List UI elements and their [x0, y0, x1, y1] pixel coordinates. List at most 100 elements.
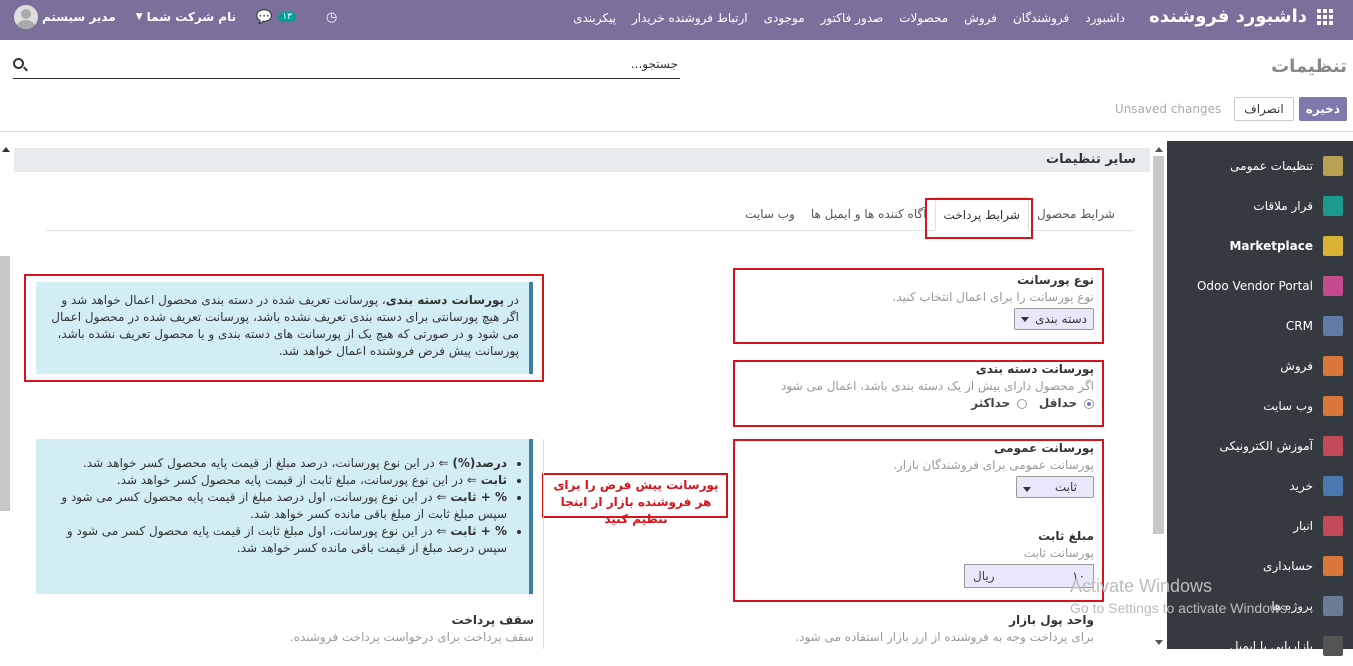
- menu-configuration[interactable]: پیکربندی: [565, 11, 624, 25]
- brand-title: داشبورد فروشنده: [1149, 6, 1307, 27]
- annotation-note: پورسانت پیش فرض را برای هر فروشنده بازار…: [553, 478, 719, 526]
- scroll-down-icon[interactable]: [1155, 640, 1163, 645]
- menu-vendors[interactable]: فروشندگان: [1005, 11, 1077, 25]
- list-item: % + ثابت ⇐ در این نوع پورسانت، اول درصد …: [42, 489, 507, 523]
- mail-icon: [1323, 636, 1343, 656]
- tab-notifications[interactable]: آگاه کننده ها و ایمیل ها: [803, 197, 935, 230]
- action-buttons: ذخیره انصراف Unsaved changes: [1115, 97, 1347, 121]
- apps-grid-icon[interactable]: [1317, 8, 1333, 25]
- systray: مدیر سیستم ▼ نام شرکت شما 💬 ۱۳ ◷: [14, 5, 337, 29]
- menu-inventory[interactable]: موجودی: [756, 11, 813, 25]
- select-value: ثابت: [1054, 480, 1077, 494]
- card-icon: [1323, 476, 1343, 496]
- avatar[interactable]: [14, 5, 38, 29]
- tab-product-conditions[interactable]: شرایط محصول: [1029, 197, 1123, 230]
- radio-max[interactable]: [1017, 398, 1028, 409]
- info-alert: در پورسانت دسته بندی، پورسانت تعریف شده …: [36, 282, 533, 374]
- sidebar-item-label: بازاریابی با ایمیل: [1229, 639, 1313, 653]
- field-help: سقف پرداخت برای درخواست پرداخت فروشنده.: [289, 630, 534, 644]
- sidebar-item-label: حسابداری: [1263, 559, 1313, 573]
- sidebar-item-9[interactable]: انبار: [1167, 506, 1353, 546]
- sidebar-item-label: تنظیمات عمومی: [1230, 159, 1313, 173]
- sidebar-item-3[interactable]: Odoo Vendor Portal: [1167, 266, 1353, 306]
- menu-invoicing[interactable]: صدور فاکتور: [813, 11, 892, 25]
- item-bold: % + ثابت: [450, 490, 507, 504]
- sidebar-item-7[interactable]: آموزش الکترونیکی: [1167, 426, 1353, 466]
- caret-down-icon[interactable]: ▼: [136, 12, 143, 22]
- top-navbar: داشبورد فروشنده داشبورد فروشندگان فروش م…: [0, 0, 1353, 40]
- settings-sidebar: تنظیمات عمومی قرار ملاقات Marketplace Odoo …: [1167, 141, 1353, 656]
- portal-grid-icon: [1323, 276, 1343, 296]
- item-bold: ثابت: [480, 473, 507, 487]
- menu-products[interactable]: محصولات: [891, 11, 956, 25]
- sidebar-item-1[interactable]: قرار ملاقات: [1167, 186, 1353, 226]
- alert-bold: پورسانت دسته بندی: [385, 293, 505, 307]
- globe-icon: [1323, 396, 1343, 416]
- sidebar-item-6[interactable]: وب سایت: [1167, 386, 1353, 426]
- item-bold: % + ثابت: [450, 524, 507, 538]
- sidebar-item-label: آموزش الکترونیکی: [1219, 439, 1313, 453]
- main-menu: داشبورد فروشندگان فروش محصولات صدور فاکت…: [565, 11, 1133, 25]
- search-placeholder: جستجو...: [630, 57, 678, 71]
- fixed-amount-field: مبلغ ثابت پورسانت ثابت ۱۰ ریال: [740, 529, 1094, 588]
- puzzle-icon: [1323, 596, 1343, 616]
- field-help: نوع پورسانت را برای اعمال انتخاب کنید.: [892, 290, 1094, 304]
- scroll-up-icon[interactable]: [1155, 147, 1163, 152]
- item-text: ⇐ در این نوع پورسانت، اول درصد مبلغ از ق…: [61, 490, 507, 521]
- sidebar-item-label: CRM: [1285, 319, 1313, 333]
- global-commission-field: پورسانت عمومی پورسانت عمومی برای فروشندگ…: [740, 441, 1094, 498]
- list-item: ثابت ⇐ در این نوع پورسانت، مبلغ ثابت از …: [42, 472, 507, 489]
- company-name[interactable]: نام شرکت شما: [147, 10, 236, 24]
- chevron-down-icon: [1023, 487, 1031, 492]
- save-button[interactable]: ذخیره: [1298, 97, 1347, 121]
- chevron-down-icon: [1021, 317, 1030, 322]
- tab-website[interactable]: وب سایت: [737, 197, 803, 230]
- radio-min-label: حداقل: [1038, 396, 1078, 410]
- item-text: ⇐ در این نوع پورسانت، اول مبلغ ثابت از ق…: [66, 524, 507, 555]
- commission-type-select[interactable]: دسته بندی: [1014, 308, 1094, 330]
- list-item: درصد(%) ⇐ در این نوع پورسانت، درصد مبلغ …: [42, 455, 507, 472]
- currency-field: واحد پول بازار برای پرداخت وجه به فروشند…: [740, 613, 1094, 644]
- scroll-up-icon[interactable]: [2, 147, 10, 152]
- unsaved-indicator: Unsaved changes: [1114, 102, 1222, 116]
- category-commission-field: پورسانت دسته بندی اگر محصول دارای بیش از…: [740, 362, 1094, 410]
- messages-badge: ۱۳: [278, 12, 296, 22]
- user-name[interactable]: مدیر سیستم: [42, 10, 116, 24]
- radio-min[interactable]: [1084, 398, 1094, 409]
- list-item: % + ثابت ⇐ در این نوع پورسانت، اول مبلغ …: [42, 523, 507, 557]
- sidebar-item-0[interactable]: تنظیمات عمومی: [1167, 146, 1353, 186]
- search-icon[interactable]: [13, 58, 24, 69]
- menu-dashboard[interactable]: داشبورد: [1077, 11, 1133, 25]
- app-brand[interactable]: داشبورد فروشنده: [1149, 6, 1333, 27]
- currency-symbol: ریال: [973, 569, 995, 583]
- field-help: اگر محصول دارای بیش از یک دسته بندی باشد…: [781, 379, 1094, 393]
- sidebar-item-4[interactable]: CRM: [1167, 306, 1353, 346]
- sidebar-item-label: Odoo Vendor Portal: [1196, 279, 1313, 293]
- cancel-button[interactable]: انصراف: [1234, 97, 1294, 121]
- scrollbar[interactable]: [1153, 156, 1164, 534]
- sidebar-item-5[interactable]: فروش: [1167, 346, 1353, 386]
- chat-icon[interactable]: 💬: [256, 10, 272, 25]
- elearning-icon: [1323, 436, 1343, 456]
- invoice-icon: [1323, 556, 1343, 576]
- menu-sales[interactable]: فروش: [956, 11, 1005, 25]
- search-input[interactable]: جستجو...: [13, 55, 680, 79]
- sidebar-item-2[interactable]: Marketplace: [1167, 226, 1353, 266]
- section-title: سایر تنظیمات: [14, 148, 1150, 172]
- commission-type-field: نوع پورسانت نوع پورسانت را برای اعمال ان…: [740, 273, 1094, 330]
- sidebar-item-8[interactable]: خرید: [1167, 466, 1353, 506]
- clock-icon[interactable]: ◷: [326, 10, 337, 25]
- left-scrollbar[interactable]: [0, 256, 10, 511]
- item-bold: درصد(%): [452, 456, 507, 470]
- highlight-tab: [925, 198, 1033, 239]
- gear-icon: [1323, 156, 1343, 176]
- field-label: نوع پورسانت: [1017, 273, 1094, 287]
- global-commission-select[interactable]: ثابت: [1016, 476, 1094, 498]
- payment-limit-field: سقف پرداخت سقف پرداخت برای درخواست پرداخ…: [150, 613, 534, 644]
- item-text: ⇐ در این نوع پورسانت، مبلغ ثابت از قیمت …: [116, 473, 481, 487]
- radio-max-label: حداکثر: [971, 396, 1011, 410]
- menu-vendor-buyer[interactable]: ارتباط فروشنده خریدار: [624, 11, 756, 25]
- sidebar-item-12[interactable]: بازاریابی با ایمیل: [1167, 626, 1353, 666]
- page-title: تنظیمات: [1271, 56, 1347, 77]
- alert-text: در: [504, 293, 519, 307]
